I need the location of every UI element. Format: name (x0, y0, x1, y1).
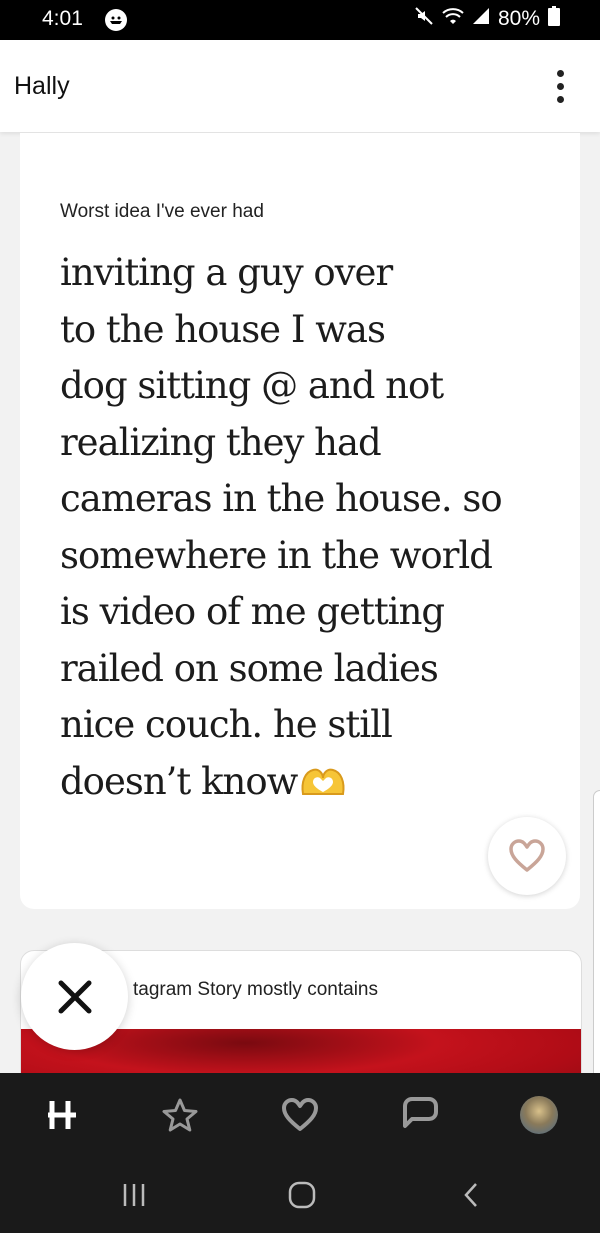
close-icon (58, 980, 91, 1013)
answer-line: nice couch. he still (60, 703, 393, 746)
chat-icon (403, 1097, 438, 1128)
home-icon (288, 1181, 316, 1209)
recents-icon (123, 1184, 145, 1206)
nav-standouts[interactable] (156, 1091, 204, 1139)
answer-line: somewhere in the world (60, 533, 493, 577)
status-bar: 4:01 80% (0, 0, 600, 40)
answer-line: cameras in the house. so (60, 477, 503, 520)
recents-button[interactable] (114, 1177, 154, 1213)
edge-panel-handle[interactable] (593, 790, 600, 1092)
answer-line: realizing they had (60, 420, 382, 464)
answer-line: to the house I was (60, 307, 386, 351)
system-navigation-bar (0, 1157, 600, 1233)
battery-icon (548, 6, 560, 32)
heart-icon (509, 839, 545, 872)
app-header: Hally (0, 40, 600, 132)
more-options-icon[interactable] (550, 70, 570, 104)
answer-line: inviting a guy over (60, 251, 393, 294)
nav-profile[interactable] (515, 1091, 563, 1139)
back-icon (464, 1183, 477, 1207)
prompt-answer: inviting a guy over to the house I was d… (60, 245, 560, 814)
signal-icon (472, 7, 490, 31)
prompt-question: Worst idea I've ever had (60, 201, 264, 222)
like-button[interactable] (488, 817, 566, 895)
avatar (520, 1096, 558, 1134)
prompt-question: tagram Story mostly contains (133, 979, 378, 1000)
answer-line: dog sitting @ and not (60, 364, 444, 407)
bottom-navigation (0, 1073, 600, 1157)
game-notification-icon (104, 8, 128, 37)
answer-line: doesn’t know (60, 759, 298, 803)
status-time: 4:01 (42, 7, 83, 30)
home-button[interactable] (282, 1177, 322, 1213)
hinge-logo-icon (48, 1101, 76, 1129)
dismiss-button[interactable] (21, 943, 128, 1050)
nav-discover[interactable] (40, 1091, 88, 1139)
star-icon (162, 1098, 198, 1132)
answer-line: railed on some ladies (60, 646, 439, 690)
heart-hands-emoji-icon (299, 758, 347, 815)
heart-icon (282, 1098, 318, 1131)
prompt-answer-card: Worst idea I've ever had inviting a guy … (20, 133, 580, 909)
nav-likes[interactable] (276, 1091, 324, 1139)
page-title: Hally (14, 72, 70, 100)
back-button[interactable] (452, 1177, 492, 1213)
answer-line: is video of me getting (60, 590, 445, 633)
wifi-icon (442, 7, 464, 31)
nav-matches[interactable] (396, 1091, 444, 1139)
mute-icon (414, 6, 434, 32)
battery-level: 80% (497, 7, 540, 30)
status-indicators: 80% (414, 6, 560, 32)
